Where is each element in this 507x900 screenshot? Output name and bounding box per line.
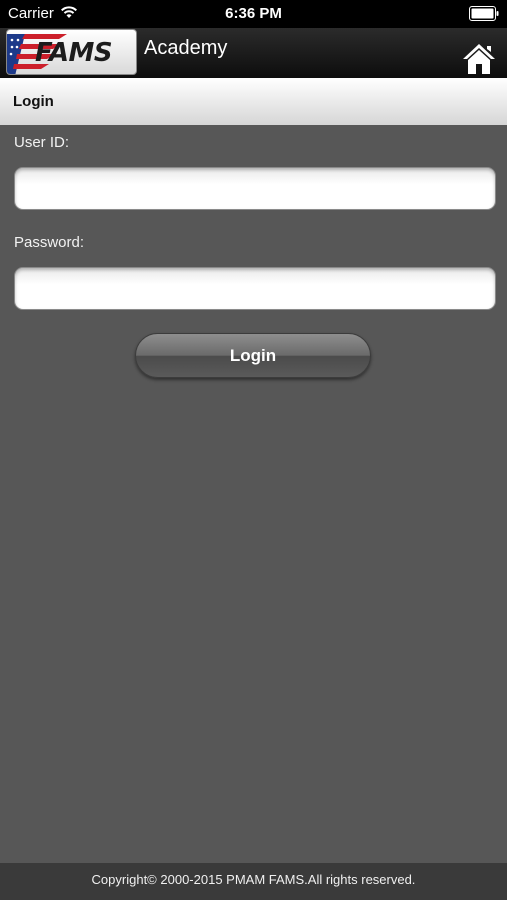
section-bar: Login	[0, 78, 507, 125]
status-time: 6:36 PM	[225, 5, 282, 22]
user-id-input[interactable]	[14, 167, 496, 210]
login-button[interactable]: Login	[135, 333, 371, 378]
user-id-label: User ID:	[14, 134, 70, 151]
battery-icon	[469, 6, 499, 21]
copyright-text: Copyright© 2000-2015 PMAM FAMS.All right…	[91, 872, 416, 887]
app-header: FAMS Academy	[0, 28, 507, 78]
footer: Copyright© 2000-2015 PMAM FAMS.All right…	[0, 863, 507, 900]
section-title: Login	[13, 93, 54, 110]
password-label: Password:	[14, 234, 85, 251]
fams-logo: FAMS	[6, 29, 137, 75]
header-title: Academy	[144, 37, 228, 59]
status-bar: Carrier 6:36 PM	[0, 0, 507, 28]
logo-text: FAMS	[35, 38, 113, 68]
login-form: User ID: Password: Login	[0, 125, 507, 863]
password-input[interactable]	[14, 267, 496, 310]
home-icon[interactable]	[461, 42, 497, 76]
